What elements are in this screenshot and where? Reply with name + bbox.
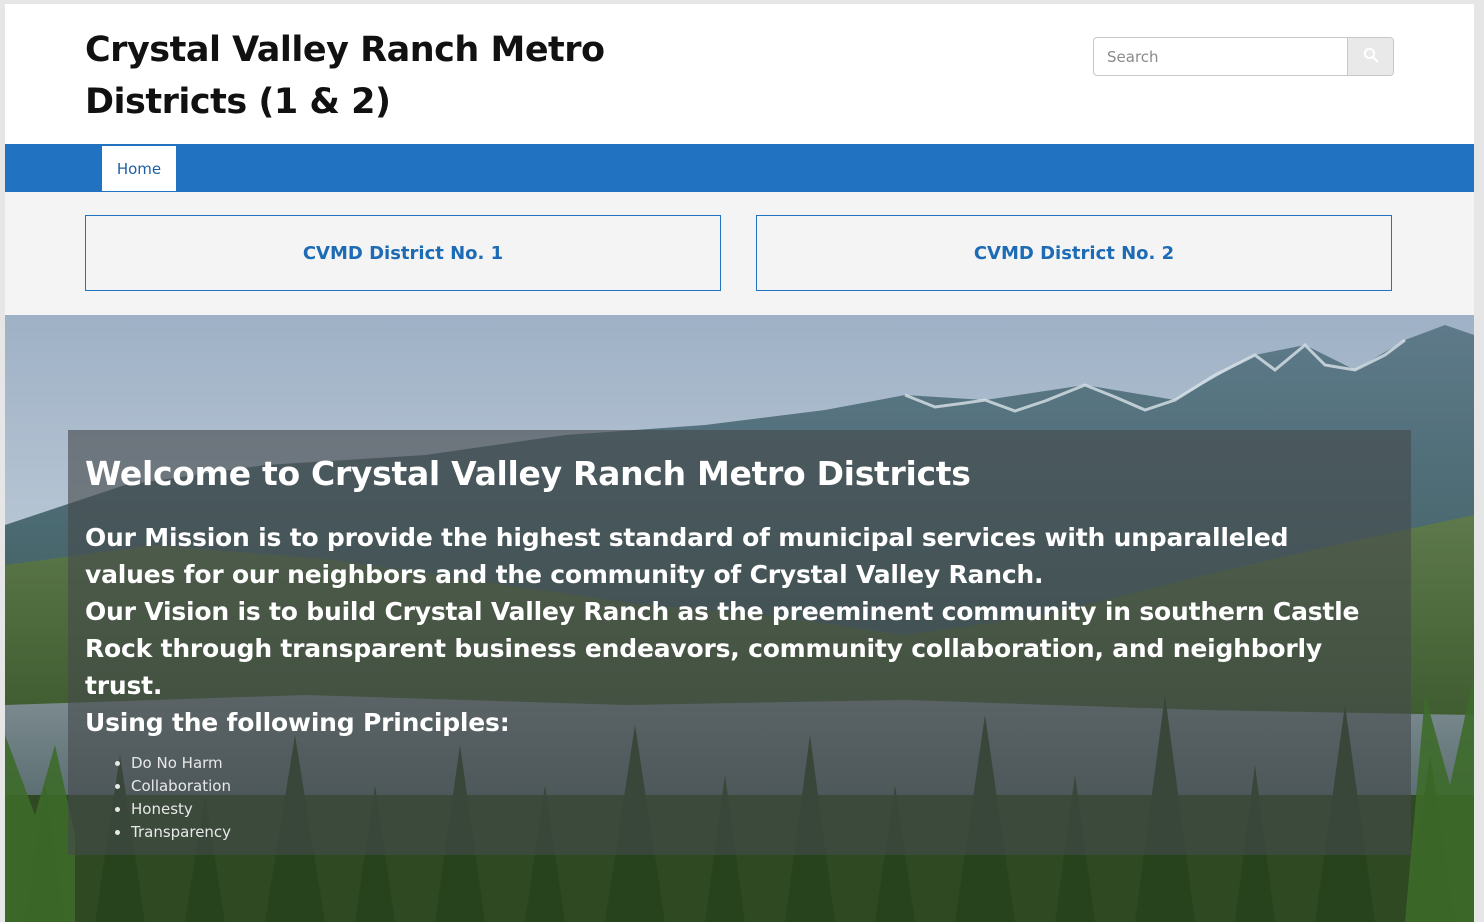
welcome-heading: Welcome to Crystal Valley Ranch Metro Di…	[85, 454, 971, 493]
search-button[interactable]	[1347, 38, 1393, 75]
principle-item: Transparency	[131, 821, 231, 844]
welcome-panel: Welcome to Crystal Valley Ranch Metro Di…	[68, 430, 1411, 855]
mission-statement: Our Mission is to provide the highest st…	[85, 523, 1289, 589]
site-title[interactable]: Crystal Valley Ranch Metro Districts (1 …	[85, 24, 645, 128]
principles-list: Do No Harm Collaboration Honesty Transpa…	[113, 752, 231, 844]
principle-item: Collaboration	[131, 775, 231, 798]
principles-heading: Using the following Principles:	[85, 708, 510, 737]
search-icon	[1363, 47, 1379, 67]
search-input[interactable]	[1094, 38, 1346, 75]
hero-section: Welcome to Crystal Valley Ranch Metro Di…	[5, 315, 1474, 922]
principle-item: Do No Harm	[131, 752, 231, 775]
main-nav: Home	[5, 144, 1474, 192]
site-header: Crystal Valley Ranch Metro Districts (1 …	[5, 4, 1474, 144]
district-2-button[interactable]: CVMD District No. 2	[756, 215, 1392, 291]
welcome-text: Our Mission is to provide the highest st…	[85, 519, 1385, 741]
search-form	[1093, 37, 1394, 76]
principle-item: Honesty	[131, 798, 231, 821]
page: Crystal Valley Ranch Metro Districts (1 …	[5, 4, 1474, 922]
district-1-button[interactable]: CVMD District No. 1	[85, 215, 721, 291]
vision-statement: Our Vision is to build Crystal Valley Ra…	[85, 597, 1360, 700]
nav-item-home[interactable]: Home	[102, 146, 176, 191]
